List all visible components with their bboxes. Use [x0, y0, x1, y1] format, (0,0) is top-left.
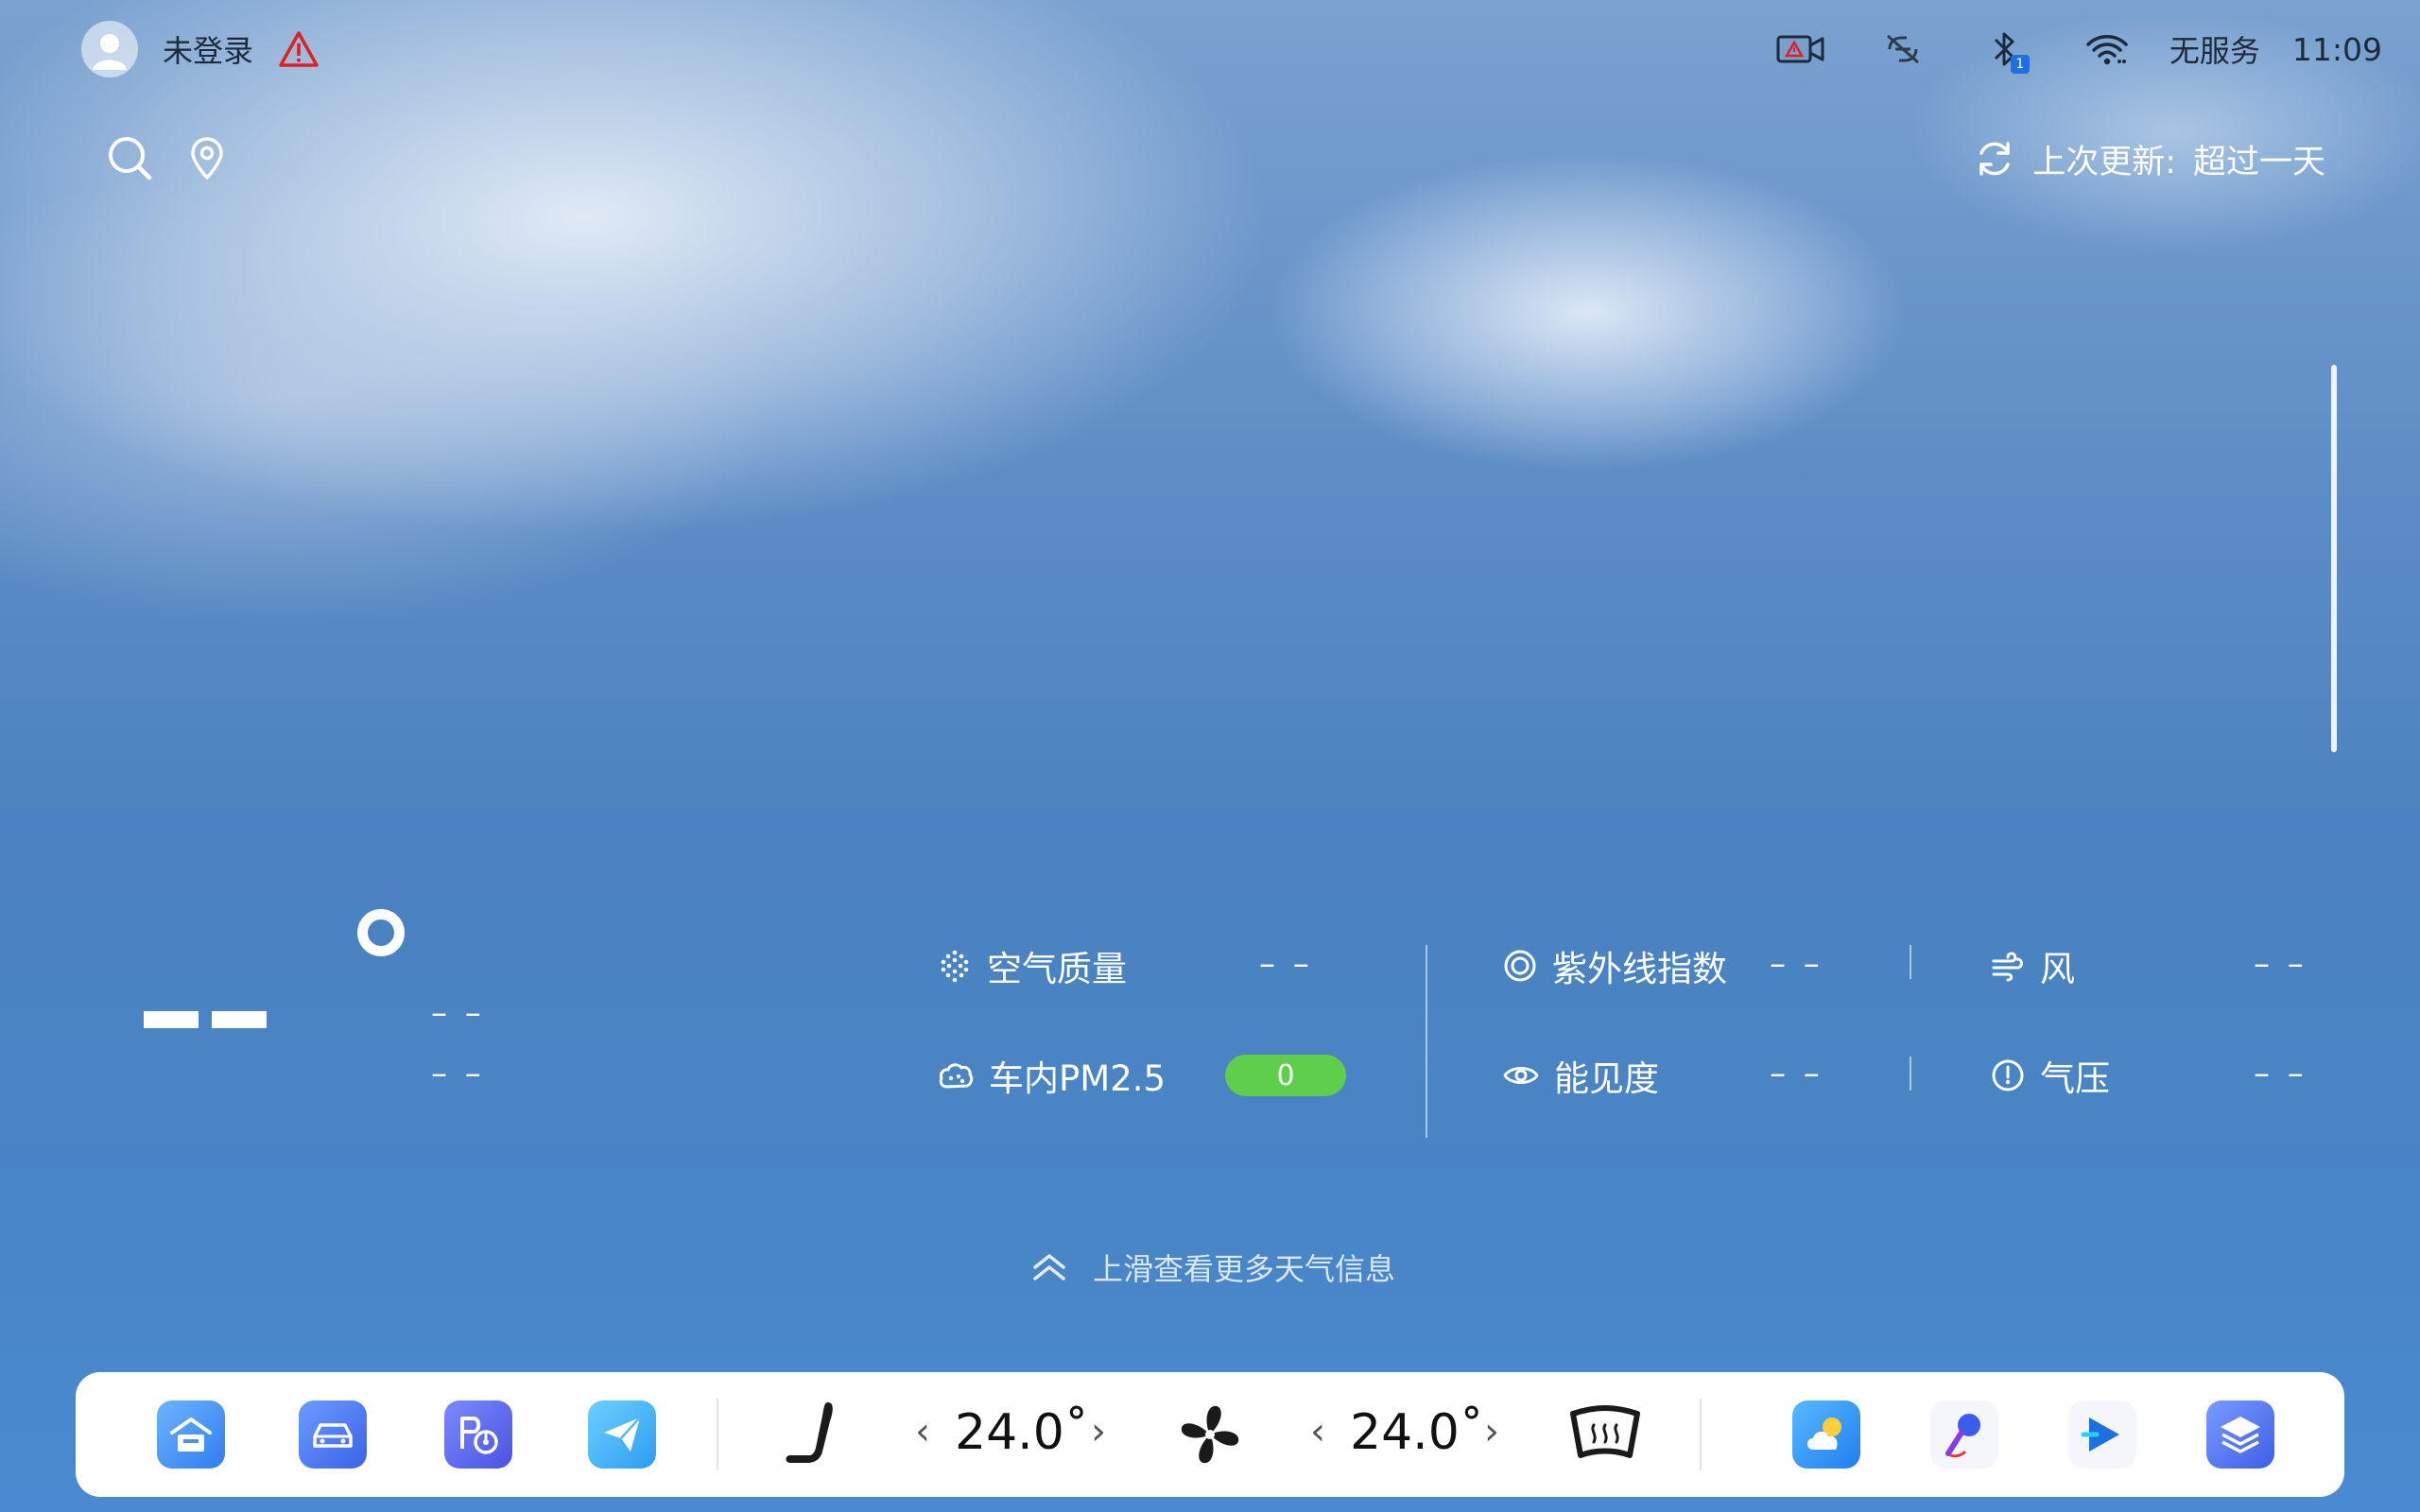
cabin-pm25-badge: 0	[1225, 1055, 1346, 1096]
location-pin-icon[interactable]	[187, 136, 227, 181]
bluetooth-icon[interactable]: 1	[1975, 21, 2035, 77]
double-chevron-up-icon	[1030, 1250, 1068, 1284]
last-update-row: 上次更新: 超过一天	[1974, 130, 2325, 187]
avatar[interactable]	[81, 21, 138, 77]
air-quality-label: 空气质量	[987, 949, 1127, 989]
pressure-label: 气压	[2040, 1058, 2110, 1099]
refresh-icon[interactable]	[1974, 138, 2015, 180]
dock-separator	[1700, 1399, 1702, 1470]
cabin-pm25-label: 车内PM2.5	[989, 1058, 1167, 1099]
metric-cabin-pm25[interactable]: 车内PM2.5	[938, 1047, 1166, 1104]
camera-alert-icon[interactable]	[1771, 21, 1831, 77]
car-app-icon[interactable]	[299, 1400, 367, 1469]
karaoke-app-icon[interactable]	[1930, 1400, 1998, 1469]
low-temperature: – –	[431, 1055, 485, 1092]
link-off-icon[interactable]	[1873, 21, 1933, 77]
metric-uv-index[interactable]: 紫外线指数	[1503, 937, 1727, 994]
wind-label: 风	[2040, 949, 2075, 989]
air-quality-value: – –	[1259, 945, 1313, 983]
uv-icon	[1503, 949, 1537, 983]
metrics-divider	[1426, 945, 1427, 1138]
uv-index-label: 紫外线指数	[1552, 949, 1727, 989]
rear-defrost-icon[interactable]	[1567, 1404, 1643, 1461]
search-icon[interactable]	[104, 132, 155, 183]
status-bar-right: 1 无服务 11:09	[1729, 21, 2382, 77]
current-temperature	[144, 1011, 267, 1028]
parking-app-icon[interactable]	[444, 1400, 512, 1469]
dock: ‹ 24.0˚ › ‹ 24.0˚ ›	[76, 1372, 2344, 1497]
wind-value: – –	[2254, 945, 2308, 983]
visibility-value: – –	[1770, 1055, 1824, 1092]
driver-temp-up-icon[interactable]: ›	[1091, 1410, 1106, 1453]
swipe-up-hint[interactable]: 上滑查看更多天气信息	[1030, 1244, 1395, 1291]
visibility-label: 能见度	[1554, 1058, 1659, 1099]
login-status-label[interactable]: 未登录	[163, 27, 253, 71]
wifi-icon[interactable]	[2077, 21, 2137, 77]
metric-air-quality[interactable]: 空气质量	[938, 937, 1127, 994]
metric-visibility[interactable]: 能见度	[1503, 1047, 1659, 1104]
high-temperature: – –	[431, 994, 485, 1032]
air-quality-icon	[938, 949, 972, 983]
degree-symbol	[357, 909, 405, 956]
seat-heating-icon[interactable]	[781, 1397, 845, 1472]
status-bar-left: 未登录	[81, 21, 320, 77]
clock: 11:09	[2291, 30, 2382, 68]
temperature-dash	[212, 1011, 267, 1028]
warning-icon[interactable]	[278, 30, 320, 68]
swipe-hint-text: 上滑查看更多天气信息	[1093, 1251, 1396, 1287]
passenger-temp-up-icon[interactable]: ›	[1484, 1410, 1499, 1453]
layers-app-icon[interactable]	[2206, 1400, 2274, 1469]
video-app-icon[interactable]	[2068, 1400, 2136, 1469]
bluetooth-badge: 1	[2010, 55, 2030, 74]
cabin-pm25-value: 0	[1276, 1058, 1295, 1092]
weather-app-icon[interactable]	[1792, 1400, 1860, 1469]
metrics-divider	[1910, 945, 1911, 979]
last-update-value: 超过一天	[2192, 143, 2325, 181]
gauge-icon	[1991, 1058, 2025, 1092]
passenger-temperature: 24.0˚	[1350, 1404, 1484, 1461]
metric-wind[interactable]: 风	[1991, 937, 2075, 994]
metrics-divider	[1910, 1057, 1911, 1091]
send-app-icon[interactable]	[588, 1400, 656, 1469]
eye-icon	[1503, 1061, 1539, 1090]
home-app-icon[interactable]	[157, 1400, 225, 1469]
last-update-label: 上次更新:	[2032, 143, 2176, 181]
uv-index-value: – –	[1770, 945, 1824, 983]
driver-temp-down-icon[interactable]: ‹	[915, 1410, 930, 1453]
temperature-dash	[144, 1011, 199, 1028]
scroll-indicator[interactable]	[2331, 365, 2337, 752]
driver-temperature: 24.0˚	[955, 1404, 1089, 1461]
cabin-air-icon	[938, 1058, 974, 1092]
passenger-temp-down-icon[interactable]: ‹	[1310, 1410, 1325, 1453]
dock-separator	[717, 1399, 718, 1470]
wind-icon	[1991, 950, 2025, 982]
metric-pressure[interactable]: 气压	[1991, 1047, 2110, 1104]
cellular-status-label: 无服务	[2169, 33, 2260, 69]
pressure-value: – –	[2254, 1055, 2308, 1092]
fan-icon[interactable]	[1176, 1400, 1244, 1469]
